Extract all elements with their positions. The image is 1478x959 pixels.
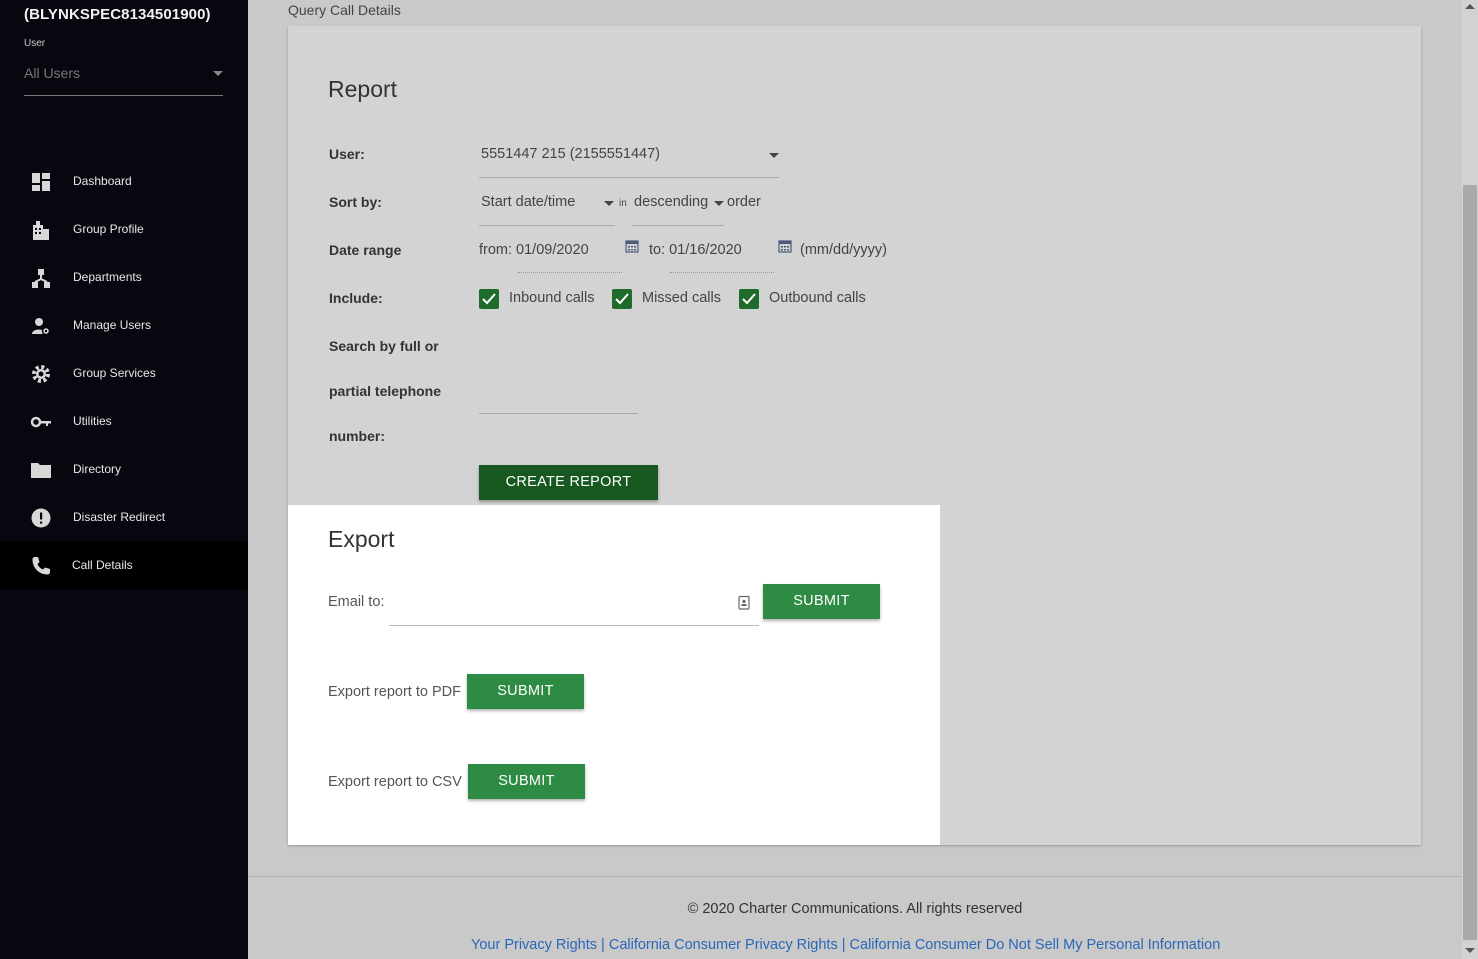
chevron-down-icon [604, 201, 614, 206]
date-to-underline [670, 272, 774, 273]
phone-search-input[interactable] [479, 380, 638, 414]
search-label-line-1: Search by full or [329, 338, 439, 354]
user-filter-select[interactable]: All Users [24, 58, 223, 96]
sidebar-item-dashboard[interactable]: Dashboard [0, 157, 248, 205]
email-input-underline [389, 625, 759, 626]
footer-separator: | [841, 937, 846, 953]
building-icon [30, 219, 52, 241]
report-title: Report [328, 76, 398, 102]
sidebar-item-label: Departments [73, 270, 142, 284]
export-pdf-label: Export report to PDF [328, 684, 461, 700]
outbound-calls-label: Outbound calls [769, 290, 866, 306]
chevron-down-icon [213, 71, 223, 76]
sort-order-select[interactable]: descending [632, 188, 724, 226]
sidebar-item-label: Group Profile [73, 222, 144, 236]
date-from-field[interactable]: from: 01/09/2020 [479, 242, 589, 258]
date-format-hint: (mm/dd/yyyy) [800, 242, 887, 258]
hierarchy-icon [30, 267, 52, 289]
sidebar-item-manage-users[interactable]: Manage Users [0, 301, 248, 349]
sort-order-value: descending [634, 194, 709, 210]
sidebar-item-disaster-redirect[interactable]: Disaster Redirect [0, 493, 248, 541]
footer-divider [248, 876, 1462, 877]
dashboard-icon [30, 171, 52, 193]
sort-field-select[interactable]: Start date/time [479, 188, 615, 226]
search-label-line-3: number: [329, 428, 385, 444]
sidebar-item-label: Group Services [73, 366, 156, 380]
contact-card-icon[interactable] [738, 595, 750, 610]
export-title: Export [328, 526, 395, 552]
copyright-text: © 2020 Charter Communications. All right… [687, 901, 1023, 917]
calendar-icon[interactable] [625, 239, 639, 253]
user-filter-label: User [24, 38, 46, 49]
sidebar-item-utilities[interactable]: Utilities [0, 397, 248, 445]
inbound-calls-label: Inbound calls [509, 290, 595, 306]
sidebar-item-label: Directory [73, 462, 122, 476]
inbound-calls-checkbox[interactable] [479, 289, 499, 309]
sort-order-underline [632, 225, 724, 226]
chevron-down-icon [714, 201, 724, 206]
do-not-sell-link[interactable]: California Consumer Do Not Sell My Perso… [850, 937, 1221, 953]
footer-separator: | [601, 937, 605, 953]
email-to-label: Email to: [328, 594, 385, 610]
calendar-icon[interactable] [778, 239, 792, 253]
sidebar: (BLYNKSPEC8134501900) User All Users Das… [0, 0, 248, 959]
phone-search-underline [479, 413, 638, 414]
sort-order-suffix: order [727, 194, 761, 210]
export-panel [288, 505, 940, 845]
chevron-down-icon [769, 153, 779, 158]
email-submit-button[interactable]: SUBMIT [763, 584, 880, 619]
sidebar-item-group-services[interactable]: Group Services [0, 349, 248, 397]
sort-field-value: Start date/time [481, 194, 576, 210]
sort-label: Sort by: [329, 194, 382, 210]
group-id: (BLYNKSPEC8134501900) [24, 6, 211, 23]
user-filter-value: All Users [24, 65, 81, 81]
gear-icon [30, 363, 52, 385]
sort-in-text: in [619, 198, 627, 209]
sidebar-item-label: Manage Users [73, 318, 152, 332]
missed-calls-checkbox[interactable] [612, 289, 632, 309]
sidebar-item-label: Utilities [73, 414, 112, 428]
breadcrumb: Query Call Details [288, 2, 401, 18]
sidebar-item-label: Dashboard [73, 174, 132, 188]
key-icon [30, 411, 52, 433]
sidebar-item-group-profile[interactable]: Group Profile [0, 205, 248, 253]
sort-field-underline [479, 225, 615, 226]
user-select-underline [479, 177, 779, 178]
outbound-calls-checkbox[interactable] [739, 289, 759, 309]
export-csv-label: Export report to CSV [328, 774, 462, 790]
privacy-rights-link[interactable]: Your Privacy Rights [471, 937, 597, 953]
user-select-value: 5551447 215 (2155551447) [481, 146, 660, 162]
phone-icon [30, 555, 52, 577]
folder-icon [30, 459, 52, 481]
user-gear-icon [30, 315, 52, 337]
sidebar-item-call-details[interactable]: Call Details [0, 541, 248, 589]
california-privacy-rights-link[interactable]: California Consumer Privacy Rights [609, 937, 838, 953]
export-pdf-submit-button[interactable]: SUBMIT [467, 674, 584, 709]
sidebar-item-label: Disaster Redirect [73, 510, 166, 524]
date-range-label: Date range [329, 242, 402, 258]
sidebar-item-directory[interactable]: Directory [0, 445, 248, 493]
export-csv-submit-button[interactable]: SUBMIT [468, 764, 585, 799]
email-input[interactable] [389, 585, 759, 625]
include-label: Include: [329, 290, 383, 306]
date-to-field[interactable]: to: 01/16/2020 [649, 242, 742, 258]
missed-calls-label: Missed calls [642, 290, 721, 306]
scroll-up-arrow-icon[interactable] [1465, 4, 1475, 9]
scroll-down-arrow-icon[interactable] [1465, 948, 1475, 953]
sidebar-nav: Dashboard Group Profile Departments Mana… [0, 157, 248, 589]
sidebar-item-departments[interactable]: Departments [0, 253, 248, 301]
footer-links: Your Privacy Rights | California Consume… [471, 937, 1220, 953]
create-report-button[interactable]: CREATE REPORT [479, 465, 658, 500]
user-label: User: [329, 146, 365, 162]
user-select[interactable]: 5551447 215 (2155551447) [479, 140, 779, 178]
scrollbar-thumb[interactable] [1463, 185, 1477, 940]
search-label-line-2: partial telephone [329, 383, 442, 399]
sidebar-item-label: Call Details [72, 558, 133, 572]
alert-icon [30, 507, 52, 529]
date-from-underline [518, 272, 622, 273]
